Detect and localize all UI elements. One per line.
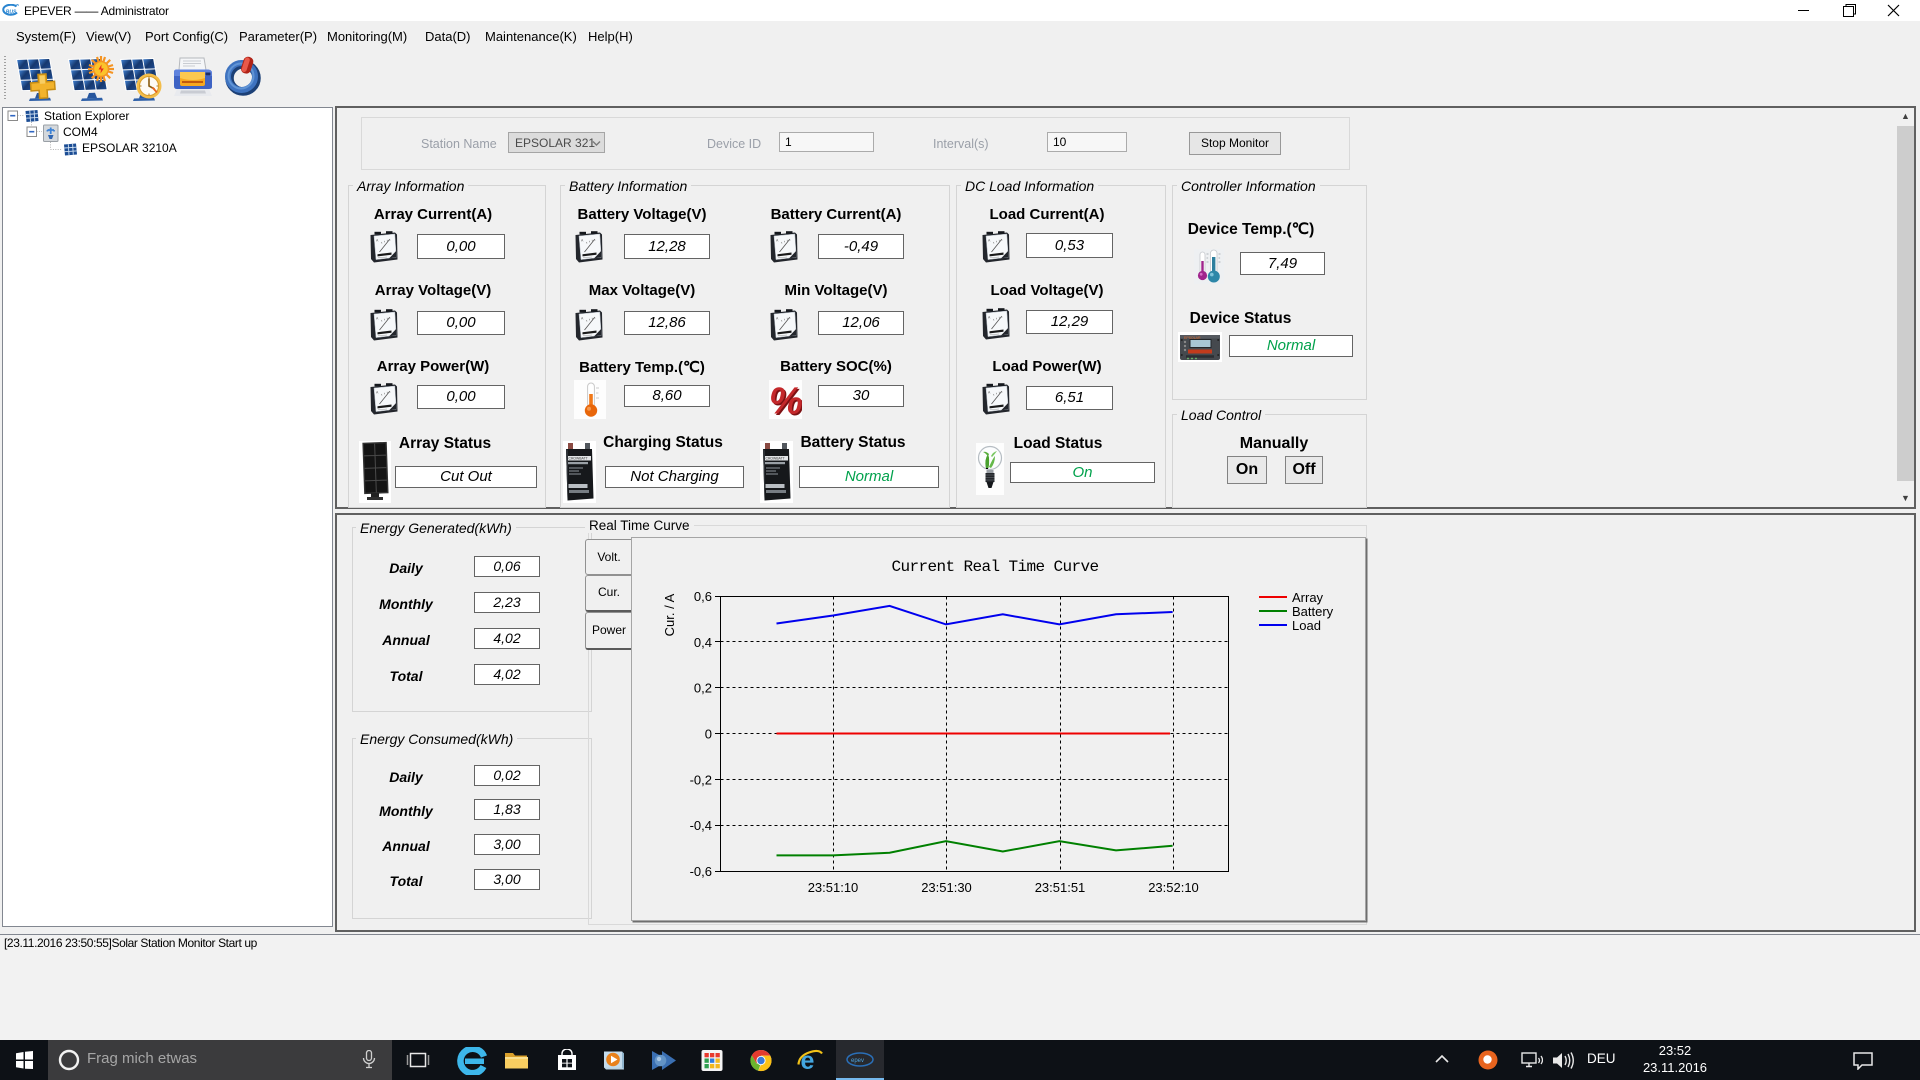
svg-text:epev: epev [851, 1058, 864, 1064]
svg-text:-0,6: -0,6 [690, 864, 712, 879]
svg-text:23:51:30: 23:51:30 [921, 880, 972, 895]
svg-text:EPSOLAR: EPSOLAR [1184, 336, 1201, 340]
svg-text:%: % [769, 381, 802, 420]
svg-text:0,6: 0,6 [694, 589, 712, 604]
svg-text:23:51:51: 23:51:51 [1035, 880, 1086, 895]
svg-text:0,4: 0,4 [694, 635, 712, 650]
svg-text:Current Real Time Curve: Current Real Time Curve [891, 558, 1098, 576]
svg-text:Cur. / A: Cur. / A [662, 593, 677, 636]
svg-text:BUS: BUS [6, 9, 17, 15]
svg-text:0,2: 0,2 [694, 681, 712, 696]
svg-text:-0,4: -0,4 [690, 818, 712, 833]
svg-text:0: 0 [705, 727, 712, 742]
svg-text:23:51:10: 23:51:10 [808, 880, 859, 895]
svg-text:Array: Array [1292, 590, 1324, 605]
svg-text:-0,2: -0,2 [690, 772, 712, 787]
svg-text:23:52:10: 23:52:10 [1148, 880, 1199, 895]
svg-text:Battery: Battery [1292, 604, 1334, 619]
svg-text:Load: Load [1292, 618, 1321, 633]
